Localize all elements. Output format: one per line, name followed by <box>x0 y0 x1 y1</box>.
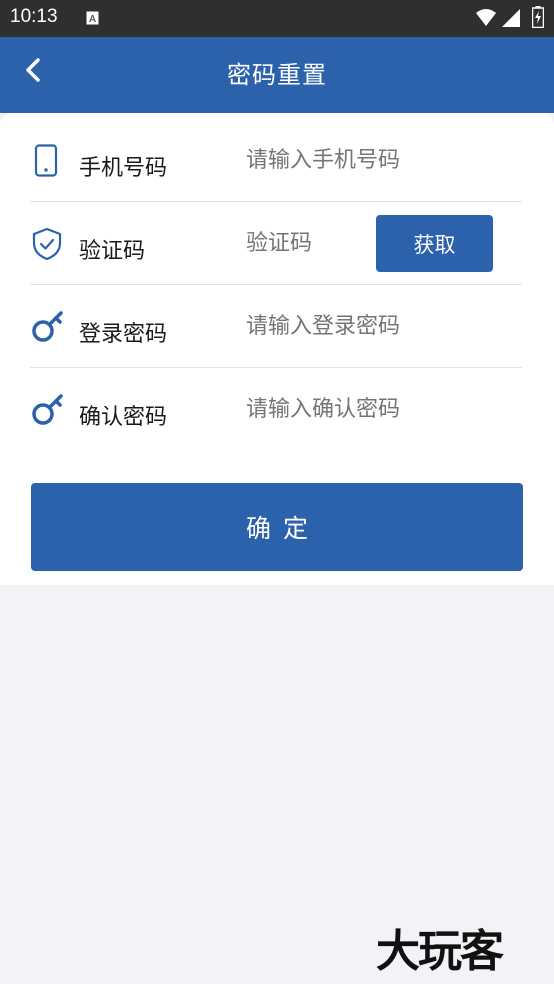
confirm-password-input[interactable] <box>246 396 436 422</box>
confirm-button[interactable]: 确定 <box>31 483 523 571</box>
reset-form: 手机号码 验证码 登录密码 确认密码 获取 确定 <box>0 113 554 585</box>
confirm-password-label: 确认密码 <box>79 405 168 430</box>
page-title: 密码重置 <box>227 61 327 89</box>
notification-icon: A <box>86 11 99 25</box>
login-password-input[interactable] <box>246 313 436 339</box>
status-bar: 10:13 A <box>0 0 554 37</box>
code-input[interactable] <box>246 230 386 256</box>
phone-icon <box>34 144 58 177</box>
phone-input[interactable] <box>246 147 436 173</box>
key-icon <box>32 394 63 425</box>
status-time: 10:13 <box>10 6 58 27</box>
signal-icon <box>502 9 520 27</box>
app-bar: 密码重置 <box>0 37 554 113</box>
get-code-button[interactable]: 获取 <box>376 215 493 272</box>
battery-icon <box>532 6 544 28</box>
code-label: 验证码 <box>79 239 146 264</box>
phone-row: 手机号码 <box>30 119 522 202</box>
wifi-icon <box>476 9 496 26</box>
shield-check-icon <box>32 227 62 261</box>
svg-text:A: A <box>89 14 96 25</box>
key-icon <box>32 311 63 342</box>
phone-label: 手机号码 <box>79 156 168 181</box>
confirm-password-row: 确认密码 <box>30 368 522 451</box>
login-password-row: 登录密码 <box>30 285 522 368</box>
watermark-logo: 大玩客 <box>376 926 504 977</box>
login-password-label: 登录密码 <box>79 322 168 347</box>
